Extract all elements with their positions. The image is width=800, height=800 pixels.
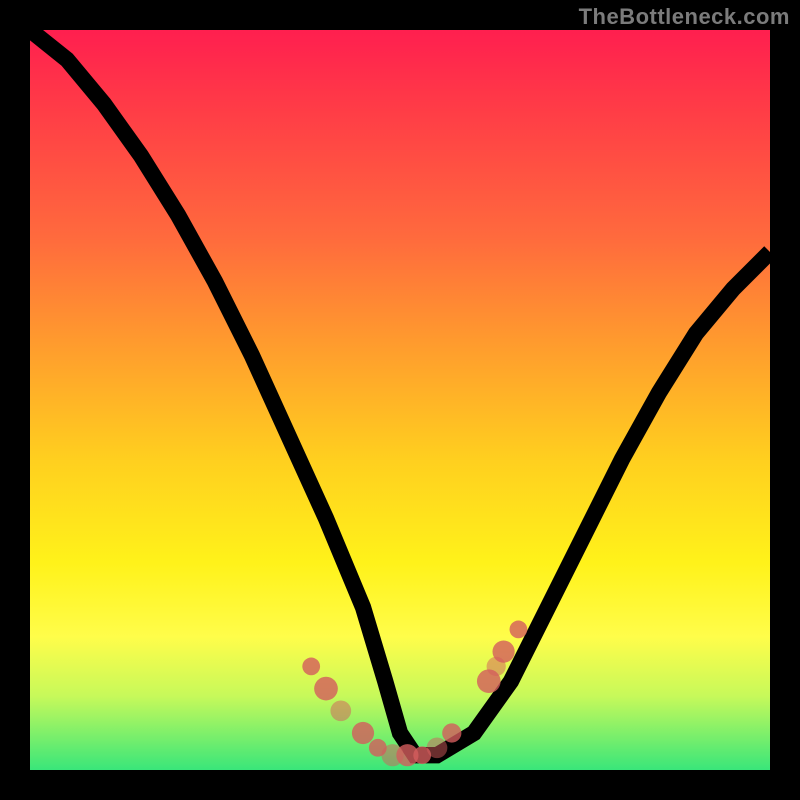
bottleneck-curve (30, 30, 770, 755)
data-point (493, 641, 515, 663)
chart-svg (30, 30, 770, 770)
data-point (314, 677, 338, 701)
plot-area (30, 30, 770, 770)
data-point (427, 737, 448, 758)
data-point (302, 658, 320, 676)
data-point (352, 722, 374, 744)
data-point (330, 700, 351, 721)
chart-frame: TheBottleneck.com (0, 0, 800, 800)
data-point (442, 723, 461, 742)
watermark-label: TheBottleneck.com (579, 4, 790, 30)
data-point (510, 621, 528, 639)
